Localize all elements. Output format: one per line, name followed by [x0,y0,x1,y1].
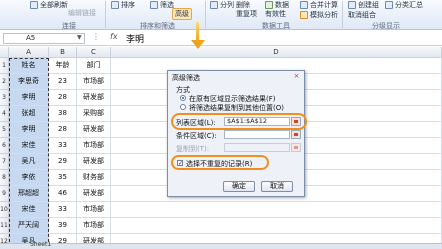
ribbon: 全部刷新 编辑链接 排序 筛选 高级 分列 删除 重复项 数据 有效性 合并计算… [0,0,442,30]
column-header-d[interactable]: D [111,47,442,58]
row-header[interactable]: 5 [0,122,9,138]
cell[interactable]: 研发部 [77,122,111,138]
row-header[interactable]: 8 [0,170,9,186]
consolidate-button[interactable]: 合并计算 [300,0,338,10]
insert-function-icon[interactable]: fx [110,32,118,41]
cell[interactable]: 市场部 [77,138,111,154]
row-header[interactable]: 3 [0,90,9,106]
subtotal-button[interactable]: 分类汇总 [385,0,423,10]
cell[interactable]: 市场部 [77,74,111,90]
criteria-range-input[interactable] [224,130,290,139]
group-label-connections: 连接 [62,22,76,30]
validation-icon [265,1,273,9]
range-picker-icon[interactable] [291,143,301,152]
cell[interactable]: 33 [49,138,77,154]
cell[interactable]: 采购部 [77,106,111,122]
group-label-sort-filter: 排序和筛选 [140,22,175,30]
cell[interactable]: 研发部 [77,186,111,202]
ok-button[interactable]: 确定 [223,181,255,192]
criteria-range-label: 条件区域(C): [176,132,217,140]
radio-copy-label[interactable]: 将筛选结果复制到其他位置(O) [189,103,284,113]
separator [205,1,206,28]
edit-links-button[interactable]: 编辑链接 [68,8,96,18]
what-if-button[interactable]: 模拟分析 [300,10,338,20]
range-picker-icon[interactable] [291,130,301,139]
cell[interactable]: 28 [49,90,77,106]
filter-icon [150,1,158,9]
what-if-icon [300,11,308,19]
cell[interactable]: 财务部 [77,170,111,186]
group-label-data-tools: 数据工具 [262,22,290,30]
separator [342,1,343,28]
cell[interactable]: 市场部 [77,202,111,218]
excel-window: 全部刷新 编辑链接 排序 筛选 高级 分列 删除 重复项 数据 有效性 合并计算… [0,0,442,249]
group-button[interactable]: 创建组 [348,0,379,10]
chevron-down-icon[interactable]: ▼ [77,34,82,41]
cell[interactable] [111,218,442,234]
select-all-corner[interactable] [0,47,9,58]
column-header-c[interactable]: C [77,47,111,58]
row-header[interactable]: 9 [0,186,9,202]
sort-button[interactable]: 排序 [111,0,135,10]
data-validation-label[interactable]: 有效性 [265,9,286,19]
copy-to-input[interactable] [224,143,290,152]
name-box[interactable]: A5 [3,33,85,44]
cell[interactable]: 38 [49,106,77,122]
cell[interactable] [111,202,442,218]
formula-input[interactable]: 李明 [126,32,144,45]
column-header-a[interactable]: A [9,47,49,58]
cell[interactable]: 市场部 [77,218,111,234]
cell[interactable]: 研发部 [77,154,111,170]
row-header[interactable]: 11 [0,218,9,234]
remove-duplicates-label[interactable]: 重复项 [236,9,257,19]
refresh-all-button[interactable]: 全部刷新 [30,0,68,10]
text-to-columns-button[interactable]: 分列 [210,0,234,10]
mode-label: 方式 [176,86,190,94]
sheet-tab[interactable]: Sheet1 [30,241,51,248]
column-header-b[interactable]: B [49,47,77,58]
cell[interactable]: 23 [49,74,77,90]
separator [105,1,106,28]
callout-arrow-head [191,40,205,49]
radio-in-place[interactable] [180,95,186,101]
callout-arrow-shaft [196,22,199,42]
filter-button[interactable]: 筛选 [150,0,174,10]
highlight-list-range [171,113,307,130]
cell[interactable]: 部门 [77,58,111,74]
cell[interactable]: 46 [49,186,77,202]
row-header[interactable]: 6 [0,138,9,154]
group-icon [348,1,356,9]
close-icon[interactable]: × [292,72,301,80]
subtotal-icon [385,1,393,9]
cell[interactable]: 研发部 [77,90,111,106]
cell[interactable]: 29 [49,154,77,170]
columns-icon [210,1,218,9]
ungroup-button[interactable]: 取消组合 [348,10,376,20]
cell[interactable]: 35 [49,170,77,186]
copy-to-label: 复制到(T): [176,145,210,153]
advanced-filter-dialog: 高级筛选 × 方式 在原有区域显示筛选结果(F) 将筛选结果复制到其他位置(O)… [167,70,307,197]
cell[interactable]: 28 [49,122,77,138]
cell[interactable]: 39 [49,218,77,234]
consolidate-icon [300,1,308,9]
formula-bar: A5 ▼ ⋮ fx 李明 [0,31,442,46]
row-header[interactable]: 7 [0,154,9,170]
row-header[interactable]: 10 [0,202,9,218]
dialog-title: 高级筛选 [172,74,200,82]
row-header[interactable]: 1 [0,58,9,74]
row-header[interactable]: 4 [0,106,9,122]
advanced-filter-button[interactable]: 高级 [172,8,192,20]
group-label-outline: 分级显示 [372,22,400,30]
sort-icon [111,1,119,9]
cell[interactable]: 33 [49,202,77,218]
cell[interactable]: 年龄 [49,58,77,74]
radio-copy[interactable] [180,104,186,110]
refresh-icon [30,1,38,9]
cancel-edit-icon[interactable]: ⋮ [92,32,100,41]
row-header[interactable]: 2 [0,74,9,90]
copy-marquee [9,58,49,249]
sheet-tab-bar: Sheet1 [0,241,442,249]
cancel-button[interactable]: 取消 [261,181,293,192]
highlight-unique-records [171,155,269,170]
